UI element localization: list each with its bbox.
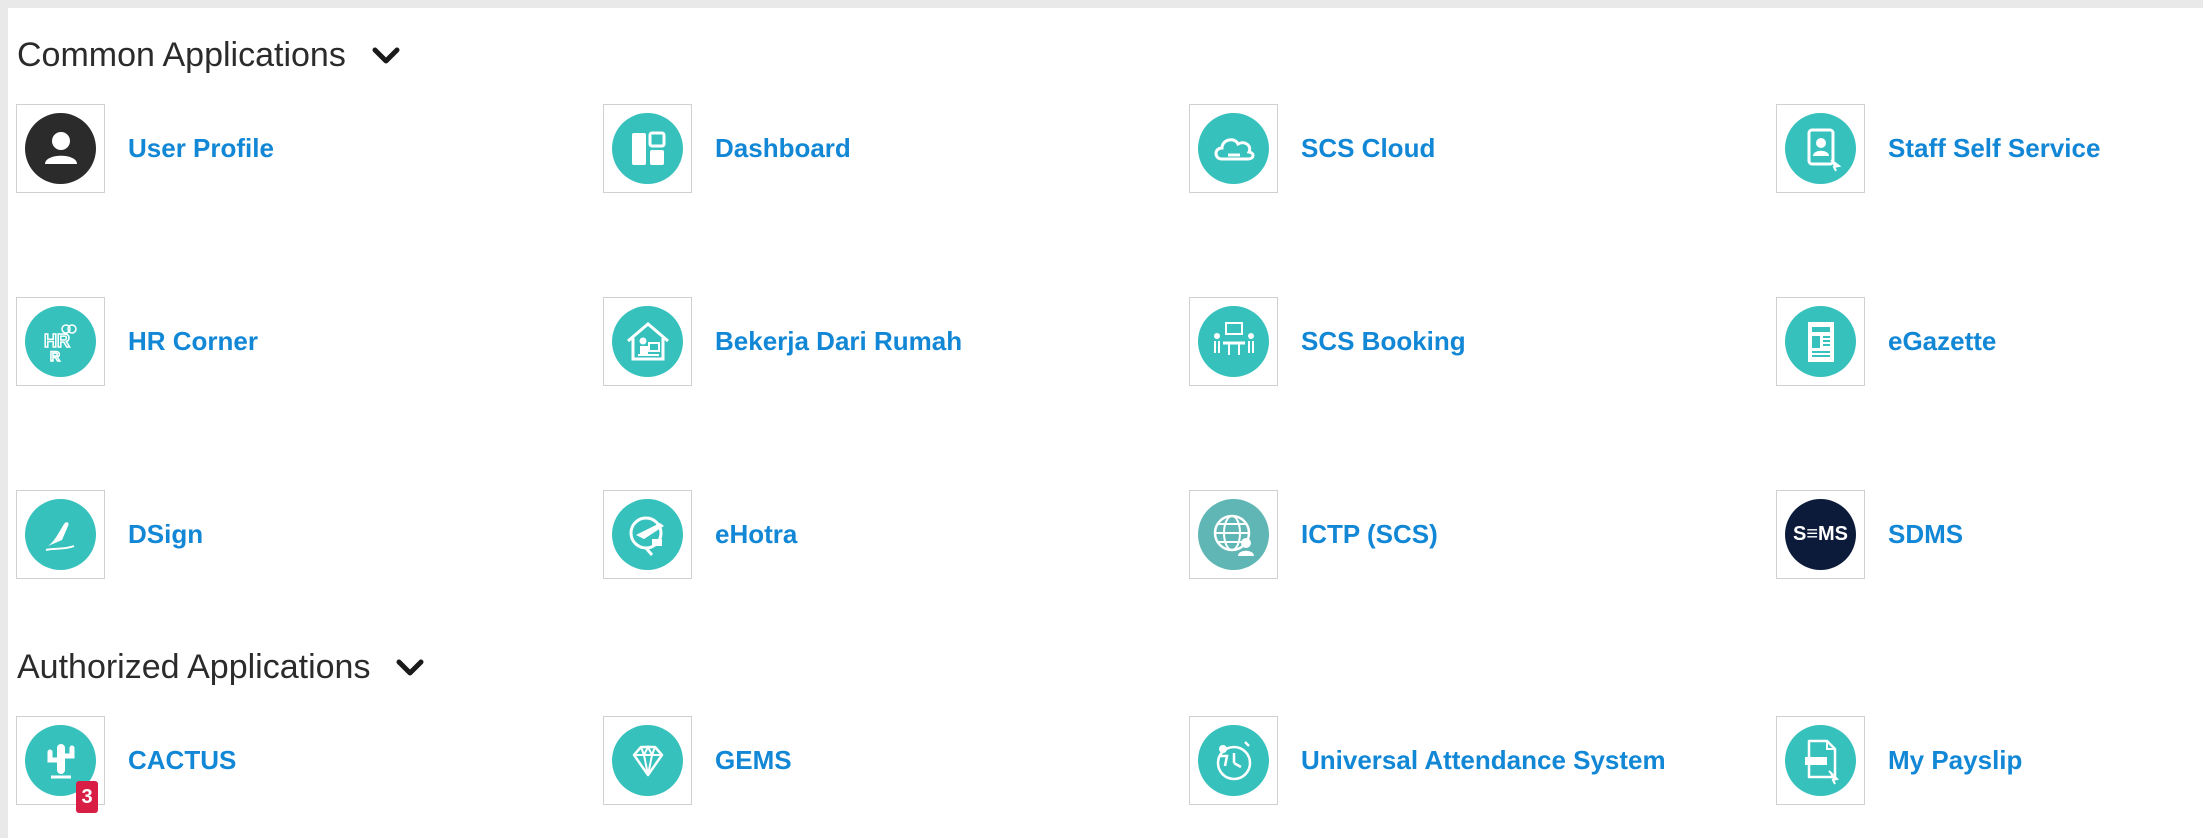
globe-user-icon [1198,499,1269,570]
section-title: Authorized Applications [17,648,371,686]
app-scs-cloud[interactable]: SCS Cloud [1189,104,1435,193]
document-icon [1785,306,1856,377]
app-hr-corner[interactable]: HR R HR Corner [16,297,258,386]
app-icon-box [1776,716,1865,805]
section-common-applications[interactable]: Common Applications [17,36,400,75]
app-staff-self-service[interactable]: Staff Self Service [1776,104,2100,193]
app-label[interactable]: User Profile [128,133,274,164]
app-cactus[interactable]: 3 CACTUS [16,716,236,813]
app-label[interactable]: SDMS [1888,519,1963,550]
app-user-profile[interactable]: User Profile [16,104,274,193]
diamond-icon [612,725,683,796]
section-title: Common Applications [17,36,346,74]
app-ictp-scs[interactable]: ICTP (SCS) [1189,490,1438,579]
app-icon-box: S≡MS [1776,490,1865,579]
signature-icon [25,499,96,570]
app-icon-box [1189,297,1278,386]
app-label[interactable]: DSign [128,519,203,550]
app-dsign[interactable]: DSign [16,490,203,579]
app-icon-box [16,104,105,193]
app-sdms[interactable]: S≡MS SDMS [1776,490,1963,579]
dashboard-icon [612,113,683,184]
user-icon [25,113,96,184]
app-ehotra[interactable]: eHotra [603,490,797,579]
sdms-logo: S≡MS [1785,499,1856,570]
app-icon-box [1189,716,1278,805]
app-label[interactable]: My Payslip [1888,745,2022,776]
plane-icon [612,499,683,570]
app-dashboard[interactable]: Dashboard [603,104,851,193]
payslip-icon [1785,725,1856,796]
app-label[interactable]: CACTUS [128,745,236,776]
app-icon-box [603,297,692,386]
attendance-icon [1198,725,1269,796]
app-universal-attendance-system[interactable]: Universal Attendance System [1189,716,1666,805]
notification-badge: 3 [76,781,98,813]
app-label[interactable]: Staff Self Service [1888,133,2100,164]
app-icon-box [1189,490,1278,579]
app-icon-box: 3 [16,716,105,813]
svg-text:R: R [50,348,60,364]
app-label[interactable]: eGazette [1888,326,1996,357]
app-icon-box [603,104,692,193]
app-scs-booking[interactable]: SCS Booking [1189,297,1466,386]
app-icon-box [16,490,105,579]
app-label[interactable]: SCS Cloud [1301,133,1435,164]
cloud-icon [1198,113,1269,184]
sdms-logo-text: S≡MS [1792,523,1848,545]
chevron-down-icon[interactable] [396,658,424,678]
section-authorized-applications[interactable]: Authorized Applications [17,648,424,687]
app-icon-box [1189,104,1278,193]
app-icon-box [1776,297,1865,386]
app-bekerja-dari-rumah[interactable]: Bekerja Dari Rumah [603,297,962,386]
chevron-down-icon[interactable] [372,46,400,66]
home-work-icon [612,306,683,377]
app-my-payslip[interactable]: My Payslip [1776,716,2022,805]
app-label[interactable]: ICTP (SCS) [1301,519,1438,550]
meeting-icon [1198,306,1269,377]
app-label[interactable]: Dashboard [715,133,851,164]
app-icon-box [1776,104,1865,193]
app-label[interactable]: eHotra [715,519,797,550]
app-egazette[interactable]: eGazette [1776,297,1996,386]
app-label[interactable]: HR Corner [128,326,258,357]
app-label[interactable]: GEMS [715,745,792,776]
app-icon-box [603,490,692,579]
app-icon-box [603,716,692,805]
app-label[interactable]: Universal Attendance System [1301,745,1666,776]
app-label[interactable]: Bekerja Dari Rumah [715,326,962,357]
app-label[interactable]: SCS Booking [1301,326,1466,357]
staff-id-icon [1785,113,1856,184]
app-icon-box: HR R [16,297,105,386]
hr-icon: HR R [25,306,96,377]
app-gems[interactable]: GEMS [603,716,792,805]
